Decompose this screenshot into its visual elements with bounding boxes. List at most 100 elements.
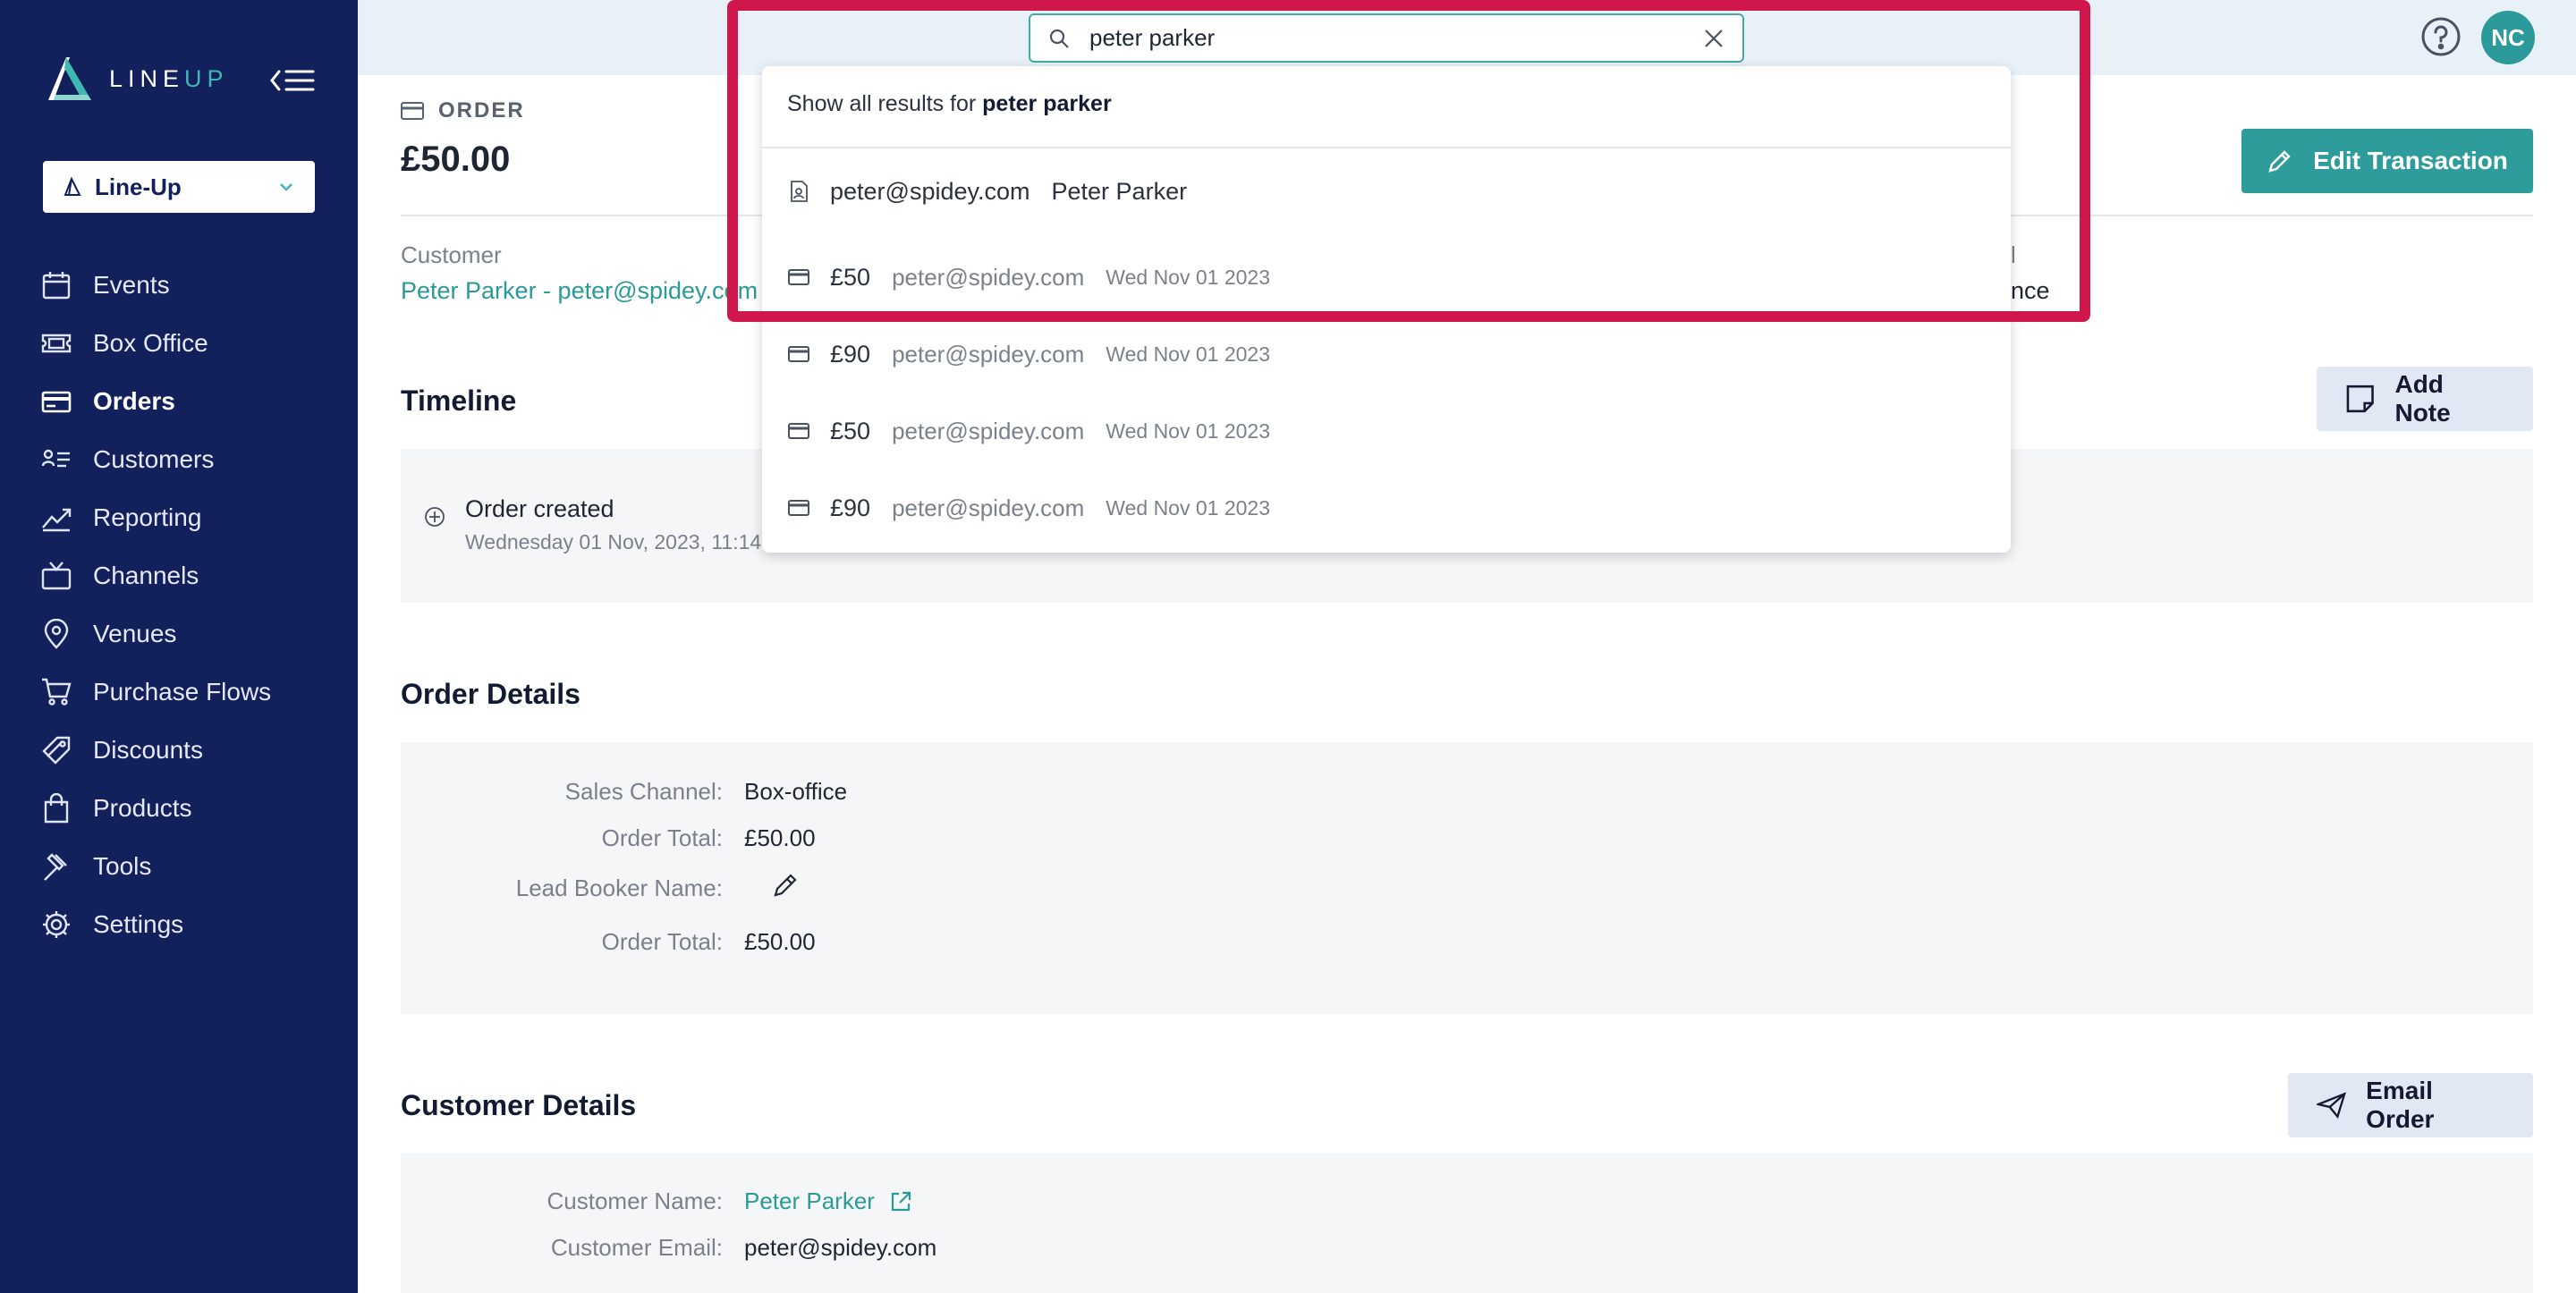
sidebar-item-purchase-flows[interactable]: Purchase Flows bbox=[0, 663, 358, 721]
global-search[interactable] bbox=[1029, 13, 1744, 63]
order-kicker: ORDER bbox=[401, 98, 525, 123]
detail-key: Customer Email: bbox=[550, 1234, 723, 1261]
show-all-results[interactable]: Show all results for peter parker bbox=[787, 91, 1112, 117]
calendar-icon bbox=[42, 271, 71, 299]
email-order-button[interactable]: Email Order bbox=[2288, 1073, 2533, 1137]
tag-icon bbox=[42, 736, 71, 765]
sidebar-item-products[interactable]: Products bbox=[0, 779, 358, 837]
result-customer-email: peter@spidey.com bbox=[830, 177, 1030, 205]
sidebar-item-label: Box Office bbox=[93, 328, 208, 357]
clear-search-icon[interactable] bbox=[1703, 28, 1724, 49]
detail-row-sales-channel: Sales Channel: Box-office bbox=[401, 778, 847, 806]
show-all-prefix: Show all results for bbox=[787, 91, 977, 116]
result-order-amount: £50 bbox=[830, 417, 871, 444]
result-order-date: Wed Nov 01 2023 bbox=[1106, 418, 1270, 443]
avatar[interactable]: NC bbox=[2481, 11, 2535, 64]
customer-name-link[interactable]: Peter Parker bbox=[744, 1187, 912, 1215]
sidebar-item-label: Events bbox=[93, 270, 170, 299]
right-field-label: l bbox=[2011, 241, 2016, 268]
sidebar-item-discounts[interactable]: Discounts bbox=[0, 721, 358, 779]
sidebar-item-reporting[interactable]: Reporting bbox=[0, 488, 358, 546]
cart-icon bbox=[42, 678, 72, 706]
customer-details-title: Customer Details bbox=[401, 1089, 637, 1121]
credit-card-icon bbox=[788, 346, 809, 362]
hammer-icon bbox=[44, 852, 67, 881]
pencil-icon bbox=[2268, 150, 2291, 173]
sidebar-item-label: Reporting bbox=[93, 503, 202, 531]
order-details-title: Order Details bbox=[401, 678, 580, 710]
lineup-logo[interactable]: LINEUP bbox=[43, 54, 229, 104]
sidebar-item-settings[interactable]: Settings bbox=[0, 895, 358, 953]
detail-row-order-total: Order Total: £50.00 bbox=[401, 824, 816, 852]
credit-card-icon bbox=[401, 102, 424, 120]
search-input[interactable] bbox=[1089, 24, 1703, 52]
result-order-amount: £90 bbox=[830, 494, 871, 521]
result-order[interactable]: £90 peter@spidey.com Wed Nov 01 2023 bbox=[787, 490, 1270, 526]
chevron-down-icon bbox=[280, 183, 292, 191]
result-order[interactable]: £50 peter@spidey.com Wed Nov 01 2023 bbox=[787, 413, 1270, 449]
edit-transaction-button[interactable]: Edit Transaction bbox=[2241, 129, 2533, 193]
credit-card-icon bbox=[41, 391, 72, 412]
result-order-email: peter@spidey.com bbox=[892, 340, 1085, 368]
logo-mark-small-icon bbox=[64, 177, 81, 196]
results-divider bbox=[762, 147, 2011, 148]
sidebar-item-channels[interactable]: Channels bbox=[0, 546, 358, 604]
edit-transaction-label: Edit Transaction bbox=[2313, 147, 2508, 174]
add-note-button[interactable]: Add Note bbox=[2317, 367, 2533, 431]
gear-icon bbox=[43, 910, 70, 938]
sidebar-item-box-office[interactable]: Box Office bbox=[0, 314, 358, 372]
result-order[interactable]: £50 peter@spidey.com Wed Nov 01 2023 bbox=[787, 259, 1270, 295]
logo-mark-icon bbox=[48, 57, 91, 100]
help-icon[interactable] bbox=[2420, 16, 2462, 57]
credit-card-icon bbox=[788, 423, 809, 439]
result-order-amount: £50 bbox=[830, 263, 871, 291]
sidebar-item-orders[interactable]: Orders bbox=[0, 372, 358, 430]
external-link-icon bbox=[891, 1191, 911, 1211]
org-selector[interactable]: Line-Up bbox=[43, 161, 315, 213]
map-pin-icon bbox=[44, 618, 69, 649]
sidebar-item-label: Discounts bbox=[93, 735, 203, 764]
search-icon bbox=[1049, 29, 1069, 48]
plus-circle-icon bbox=[425, 507, 445, 527]
detail-key: Order Total: bbox=[601, 928, 723, 955]
chart-icon bbox=[42, 508, 72, 531]
customer-email-value: peter@spidey.com bbox=[744, 1234, 937, 1261]
detail-value: £50.00 bbox=[744, 824, 816, 851]
add-note-label: Add Note bbox=[2394, 370, 2451, 427]
sidebar-item-tools[interactable]: Tools bbox=[0, 837, 358, 895]
sidebar: LINEUP Line-Up Events Box Office Orders bbox=[0, 0, 358, 1293]
sidebar-item-venues[interactable]: Venues bbox=[0, 604, 358, 663]
detail-key: Lead Booker Name: bbox=[515, 875, 723, 901]
result-order-date: Wed Nov 01 2023 bbox=[1106, 265, 1270, 289]
sidebar-item-label: Orders bbox=[93, 386, 175, 415]
sidebar-item-label: Settings bbox=[93, 909, 184, 938]
detail-row-order-total-2: Order Total: £50.00 bbox=[401, 928, 816, 956]
result-customer[interactable]: peter@spidey.com Peter Parker bbox=[787, 173, 1187, 209]
sidebar-item-label: Products bbox=[93, 793, 192, 822]
timeline-item: Order created Wednesday 01 Nov, 2023, 11… bbox=[424, 495, 761, 554]
collapse-sidebar-icon[interactable] bbox=[270, 64, 315, 97]
result-order-date: Wed Nov 01 2023 bbox=[1106, 495, 1270, 520]
logo-text-up: UP bbox=[184, 64, 229, 92]
order-kicker-label: ORDER bbox=[438, 98, 525, 123]
detail-row-lead-booker: Lead Booker Name: bbox=[401, 871, 800, 906]
timeline-event-time: Wednesday 01 Nov, 2023, 11:14 bbox=[465, 530, 762, 554]
customer-link[interactable]: Peter Parker - peter@spidey.com bbox=[401, 277, 758, 305]
customer-details-panel: Customer Name: Peter Parker Customer Ema… bbox=[401, 1154, 2533, 1293]
customers-icon bbox=[41, 449, 70, 467]
sidebar-item-label: Venues bbox=[93, 619, 177, 647]
sidebar-item-label: Tools bbox=[93, 851, 152, 880]
edit-lead-booker-icon[interactable] bbox=[744, 871, 800, 906]
right-field-value: nce bbox=[2011, 277, 2050, 304]
search-results-dropdown: Show all results for peter parker peter@… bbox=[762, 66, 2011, 553]
sidebar-item-events[interactable]: Events bbox=[0, 256, 358, 314]
note-icon bbox=[2346, 385, 2374, 413]
ticket-icon bbox=[41, 334, 72, 352]
result-order[interactable]: £90 peter@spidey.com Wed Nov 01 2023 bbox=[787, 336, 1270, 372]
send-icon bbox=[2317, 1092, 2347, 1119]
detail-value: £50.00 bbox=[744, 928, 816, 955]
sidebar-item-customers[interactable]: Customers bbox=[0, 430, 358, 488]
show-all-query: peter parker bbox=[982, 91, 1112, 116]
credit-card-icon bbox=[788, 500, 809, 516]
org-selector-label: Line-Up bbox=[95, 173, 182, 200]
